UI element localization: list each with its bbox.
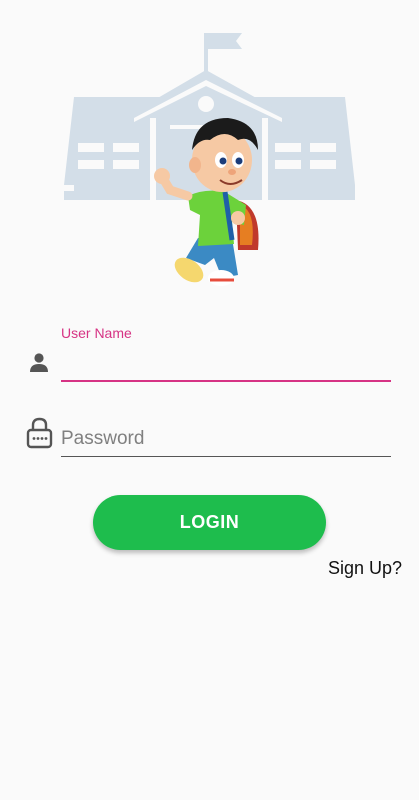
- username-input[interactable]: [61, 349, 390, 379]
- hero-illustration: [0, 0, 419, 300]
- person-icon: [30, 353, 48, 372]
- username-underline: [61, 380, 391, 382]
- password-lock-icon: [26, 417, 53, 449]
- username-label: User Name: [61, 325, 132, 341]
- login-button[interactable]: LOGIN: [93, 495, 326, 550]
- password-underline: [61, 456, 391, 457]
- signup-link[interactable]: Sign Up?: [328, 558, 402, 579]
- password-input[interactable]: [61, 424, 390, 454]
